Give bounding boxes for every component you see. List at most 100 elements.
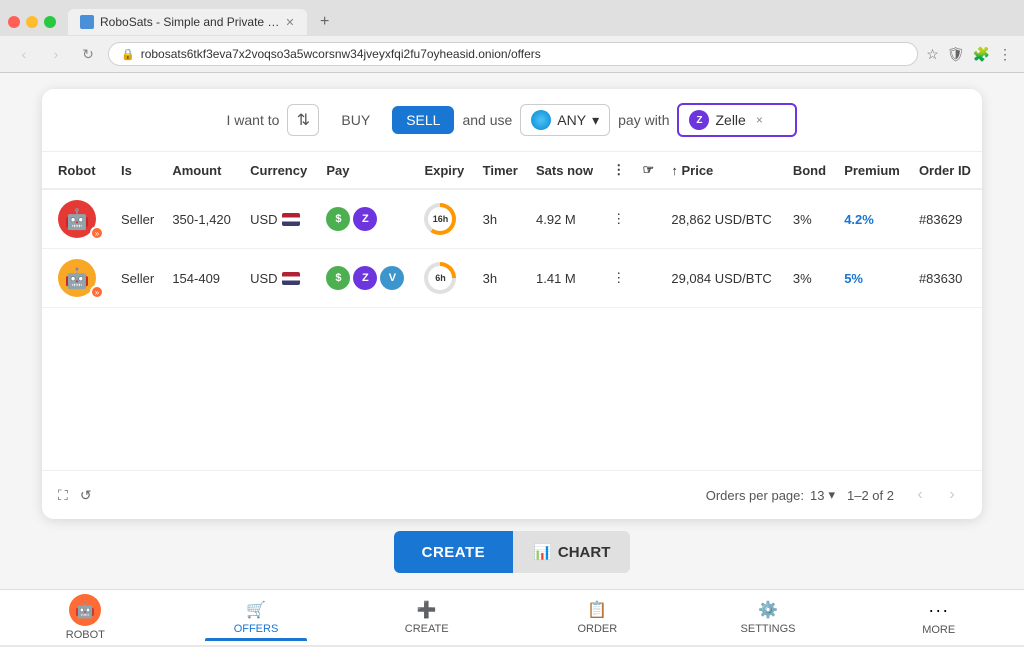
page-content: I want to ⇅ BUY SELL and use ANY ▾ pay w…: [0, 73, 1024, 589]
nav-item-create[interactable]: ➕ CREATE: [341, 594, 512, 641]
nav-create-label: CREATE: [405, 623, 449, 635]
robot-nav-avatar: 🤖: [69, 594, 101, 626]
create-nav-icon: ➕: [417, 600, 437, 620]
footer-right: Orders per page: 13 ▾ 1–2 of 2 ‹ ›: [706, 481, 966, 509]
action-cell: [635, 249, 664, 308]
expiry-cell: 16h: [416, 189, 474, 249]
per-page-value: 13: [810, 488, 824, 503]
per-page-select[interactable]: 13 ▾: [810, 487, 835, 503]
new-tab-button[interactable]: +: [311, 8, 339, 36]
menu-button[interactable]: ⋮: [998, 46, 1012, 63]
swap-button[interactable]: ⇅: [287, 104, 319, 136]
col-premium: Premium: [836, 152, 911, 189]
col-price: ↑ Price: [663, 152, 784, 189]
expiry-cell: 6h: [416, 249, 474, 308]
fullscreen-button[interactable]: ⛶: [58, 487, 68, 504]
forward-button[interactable]: ›: [44, 42, 68, 66]
order-id-cell: #83629: [911, 189, 982, 249]
nav-item-robot[interactable]: 🤖 ROBOT: [0, 588, 171, 647]
footer-left: ⛶ ↺: [58, 487, 92, 504]
chevron-down-icon: ▾: [828, 487, 835, 503]
col-sats-now: Sats now: [528, 152, 604, 189]
extensions-icon[interactable]: 🧩: [973, 46, 990, 63]
col-currency: Currency: [242, 152, 318, 189]
pagination-info: 1–2 of 2: [847, 488, 894, 503]
buy-button[interactable]: BUY: [327, 106, 384, 134]
col-bond: Bond: [785, 152, 836, 189]
sell-button[interactable]: SELL: [392, 106, 454, 134]
shield-icon[interactable]: 🛡: [947, 46, 965, 63]
payment-filter-close[interactable]: ×: [756, 113, 763, 127]
nav-item-offers[interactable]: 🛒 OFFERS: [171, 594, 342, 641]
browser-tab[interactable]: RoboSats - Simple and Private … ✕: [68, 9, 307, 35]
robot-cell: 🤖 »: [42, 249, 113, 308]
lock-icon: 🔒: [121, 48, 135, 61]
payment-filter-value: Zelle: [715, 112, 745, 128]
traffic-lights: [8, 16, 56, 28]
nav-item-order[interactable]: 📋 ORDER: [512, 594, 683, 641]
sats-now-cell: 1.41 M: [528, 249, 604, 308]
amount-cell: 350-1,420: [164, 189, 242, 249]
tab-bar: RoboSats - Simple and Private … ✕ +: [0, 0, 1024, 36]
address-bar[interactable]: 🔒 robosats6tkf3eva7x2voqso3a5wcorsnw34jv…: [108, 42, 918, 66]
next-page-button[interactable]: ›: [938, 481, 966, 509]
chart-icon: 📊: [533, 543, 552, 561]
col-dots: ⋮: [604, 152, 634, 189]
col-is: Is: [113, 152, 164, 189]
maximize-window-button[interactable]: [44, 16, 56, 28]
timer-cell: 3h: [475, 249, 528, 308]
currency-cell: USD: [242, 249, 318, 308]
order-icon: 📋: [587, 600, 607, 620]
nav-robot-label: ROBOT: [66, 629, 105, 641]
i-want-to-label: I want to: [227, 112, 280, 128]
table-header-row: Robot Is Amount Currency Pay Expiry Time…: [42, 152, 982, 189]
premium-cell: 5%: [836, 249, 911, 308]
currency-select[interactable]: ANY ▾: [520, 104, 610, 136]
bookmark-button[interactable]: ☆: [926, 46, 939, 63]
minimize-window-button[interactable]: [26, 16, 38, 28]
sats-now-cell: 4.92 M: [528, 189, 604, 249]
table-row[interactable]: 🤖 » Seller 154-409 USD: [42, 249, 982, 308]
col-order-id: Order ID: [911, 152, 982, 189]
browser-actions: ☆ 🛡 🧩 ⋮: [926, 46, 1012, 63]
tab-favicon: [80, 15, 94, 29]
prev-page-button[interactable]: ‹: [906, 481, 934, 509]
close-window-button[interactable]: [8, 16, 20, 28]
main-card: I want to ⇅ BUY SELL and use ANY ▾ pay w…: [42, 89, 982, 519]
table-row[interactable]: 🤖 » Seller 350-1,420 USD: [42, 189, 982, 249]
robot-avatar-container: 🤖 »: [58, 259, 102, 297]
nav-settings-label: SETTINGS: [741, 623, 796, 635]
create-button[interactable]: CREATE: [394, 531, 514, 573]
chart-button[interactable]: 📊 CHART: [513, 531, 630, 573]
pay-cell: $ Z: [318, 189, 416, 249]
cash-app-icon: $: [326, 266, 350, 290]
col-cursor: ☞: [635, 152, 664, 189]
refresh-button[interactable]: ↺: [80, 487, 92, 504]
nav-item-more[interactable]: ··· MORE: [853, 594, 1024, 642]
offers-table: Robot Is Amount Currency Pay Expiry Time…: [42, 152, 982, 470]
filter-bar: I want to ⇅ BUY SELL and use ANY ▾ pay w…: [42, 89, 982, 152]
url-text: robosats6tkf3eva7x2voqso3a5wcorsnw34jvey…: [141, 47, 906, 61]
dots-cell[interactable]: ⋮: [604, 249, 634, 308]
per-page-control: Orders per page: 13 ▾: [706, 487, 835, 503]
col-expiry: Expiry: [416, 152, 474, 189]
back-button[interactable]: ‹: [12, 42, 36, 66]
price-cell: 28,862 USD/BTC: [663, 189, 784, 249]
timer-cell: 3h: [475, 189, 528, 249]
payment-filter-tag[interactable]: Z Zelle ×: [677, 103, 797, 137]
col-robot: Robot: [42, 152, 113, 189]
col-pay: Pay: [318, 152, 416, 189]
order-id-cell: #83630: [911, 249, 982, 308]
pay-with-label: pay with: [618, 112, 669, 128]
cash-app-icon: $: [326, 207, 350, 231]
more-icon: ···: [928, 600, 949, 621]
reload-button[interactable]: ↻: [76, 42, 100, 66]
dots-cell[interactable]: ⋮: [604, 189, 634, 249]
expiry-timer: 6h: [424, 262, 456, 294]
action-buttons: CREATE 📊 CHART: [394, 531, 631, 573]
nav-item-settings[interactable]: ⚙️ SETTINGS: [683, 594, 854, 641]
tab-close-button[interactable]: ✕: [285, 16, 294, 29]
tab-title: RoboSats - Simple and Private …: [100, 15, 279, 29]
zelle-pay-icon: Z: [353, 207, 377, 231]
expiry-timer: 16h: [424, 203, 456, 235]
